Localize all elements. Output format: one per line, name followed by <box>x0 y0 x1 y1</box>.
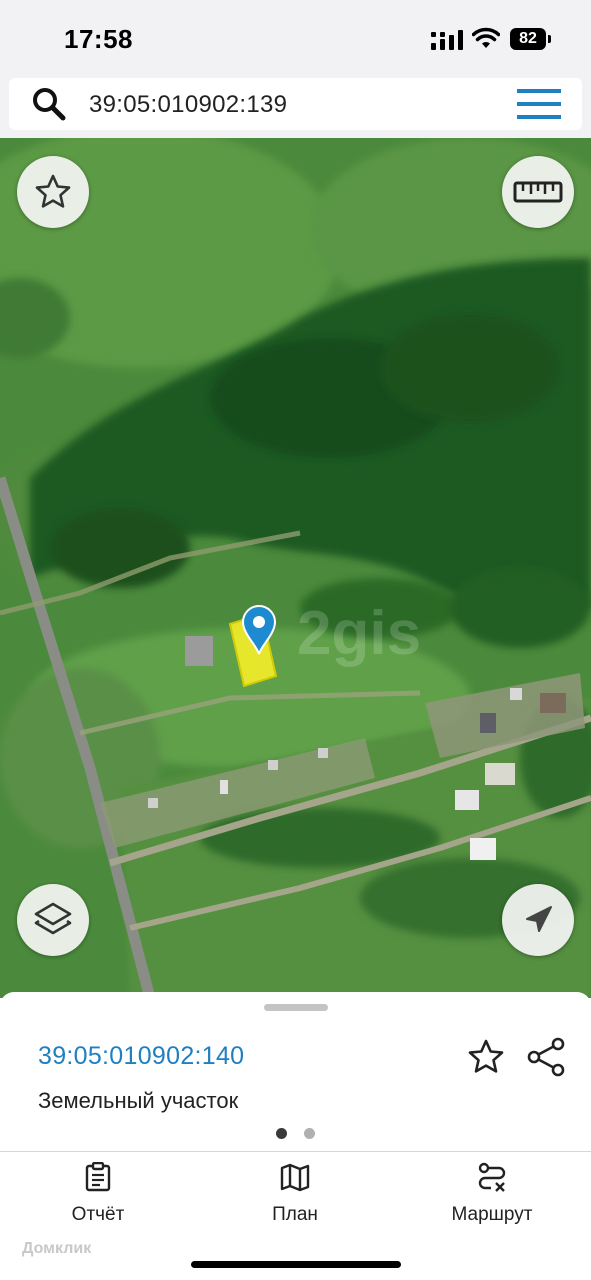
map-icon <box>280 1163 310 1192</box>
share-icon[interactable] <box>526 1037 566 1077</box>
favorite-map-button[interactable] <box>17 156 89 228</box>
tab-report[interactable]: Отчёт <box>28 1162 168 1232</box>
search-input[interactable]: 39:05:010902:139 <box>89 91 287 119</box>
tab-report-label: Отчёт <box>71 1204 125 1225</box>
cellular-signal-icon <box>431 30 463 50</box>
sheet-drag-handle[interactable] <box>264 1004 328 1011</box>
ruler-icon <box>513 181 563 203</box>
ruler-button[interactable] <box>502 156 574 228</box>
status-bar: 17:58 82 <box>0 0 591 78</box>
tab-plan-label: План <box>272 1204 318 1225</box>
layers-icon <box>34 902 72 935</box>
star-icon <box>35 174 71 208</box>
search-container: 39:05:010902:139 <box>0 78 591 138</box>
page-indicator-dot <box>304 1128 315 1139</box>
home-indicator[interactable] <box>191 1261 401 1268</box>
tab-plan[interactable]: План <box>225 1162 365 1232</box>
parcel-cadastral-number[interactable]: 39:05:010902:140 <box>38 1042 244 1071</box>
satellite-map[interactable]: 2gis <box>0 138 591 998</box>
map-watermark: 2gis <box>297 599 422 668</box>
search-bar[interactable]: 39:05:010902:139 <box>9 78 582 130</box>
parcel-type-label: Земельный участок <box>38 1088 239 1113</box>
my-location-button[interactable] <box>502 884 574 956</box>
tab-route-label: Маршрут <box>451 1204 533 1225</box>
page-indicator-dot-active <box>276 1128 287 1139</box>
star-icon[interactable] <box>467 1038 505 1076</box>
menu-icon[interactable] <box>517 89 561 119</box>
parcel-info-sheet[interactable]: 39:05:010902:140 Земельный участок <box>0 992 591 1152</box>
domclick-watermark: Домклик <box>22 1240 92 1257</box>
battery-icon: 82 <box>510 28 552 50</box>
location-arrow-icon <box>526 906 552 932</box>
search-icon[interactable] <box>31 86 67 122</box>
clipboard-icon <box>85 1162 111 1192</box>
route-icon <box>478 1162 506 1192</box>
wifi-icon <box>472 27 500 48</box>
map-terrain <box>0 138 591 998</box>
layers-button[interactable] <box>17 884 89 956</box>
tab-route[interactable]: Маршрут <box>422 1162 562 1232</box>
location-pin-icon[interactable] <box>241 604 277 656</box>
status-time: 17:58 <box>64 24 133 54</box>
battery-level: 82 <box>510 28 546 50</box>
